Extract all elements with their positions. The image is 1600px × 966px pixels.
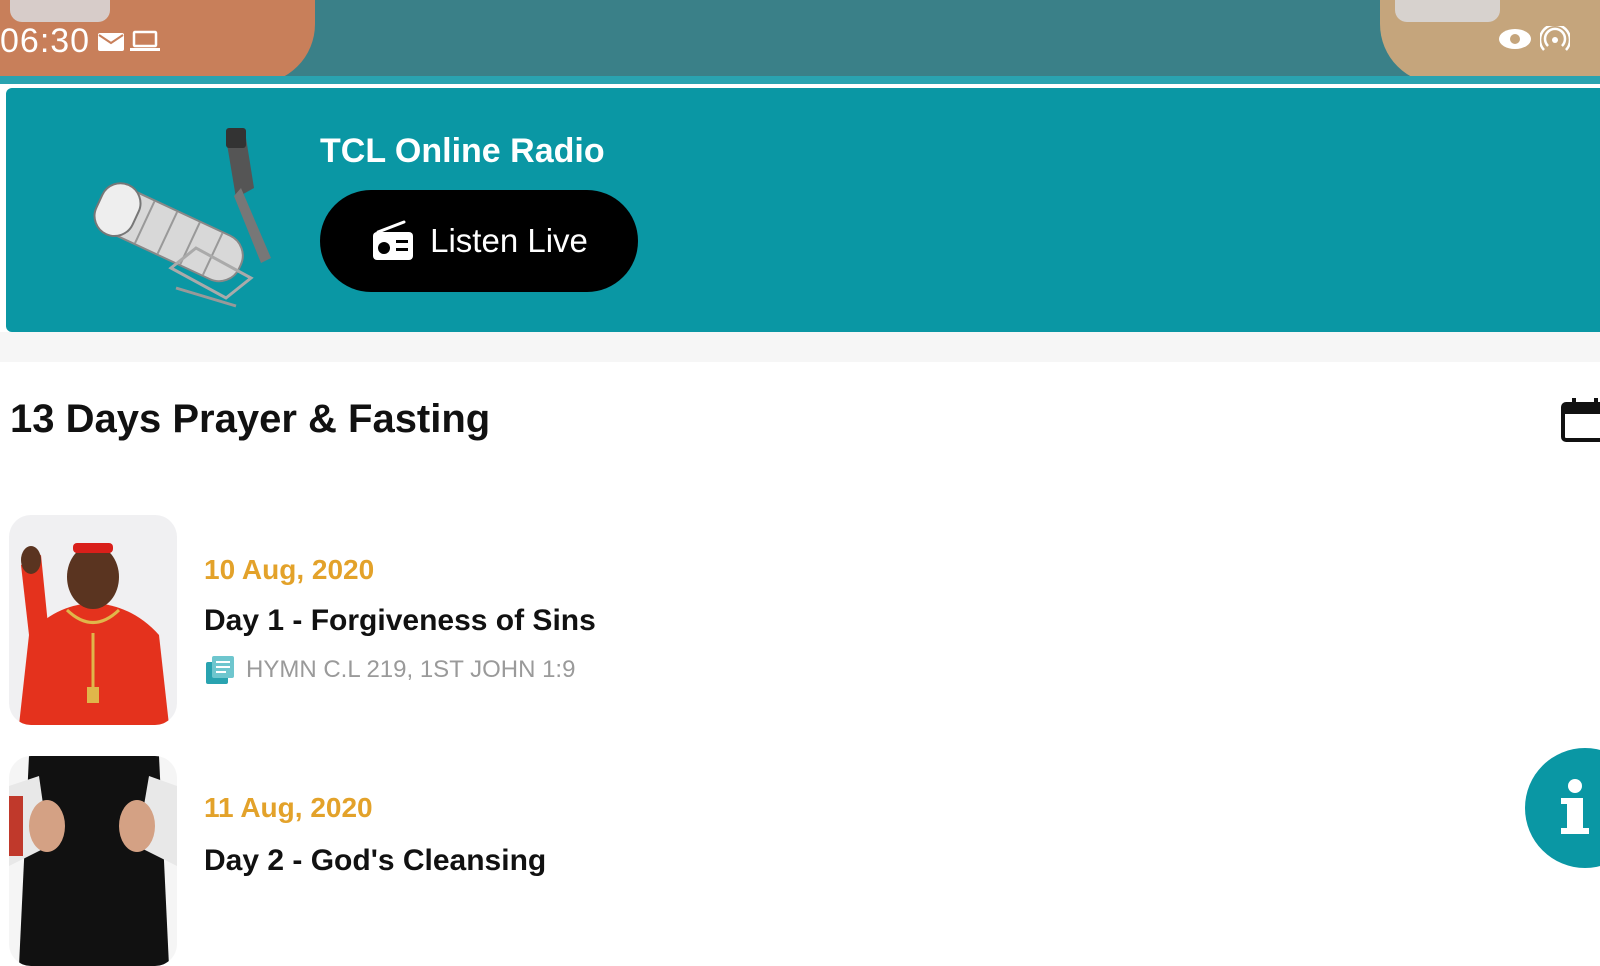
item-date: 10 Aug, 2020 xyxy=(204,554,375,585)
radio-icon xyxy=(373,220,414,260)
status-bar-divider xyxy=(0,76,1600,84)
list-item[interactable]: 10 Aug, 2020 Day 1 - Forgiveness of Sins… xyxy=(0,514,1600,729)
praying-hands-photo xyxy=(9,756,177,966)
banner-title: TCL Online Radio xyxy=(320,132,605,170)
hotspot-icon xyxy=(1540,26,1570,51)
book-icon xyxy=(206,656,234,684)
mail-icon xyxy=(98,33,124,51)
listen-live-label: Listen Live xyxy=(430,222,588,259)
clergy-photo xyxy=(9,515,177,725)
status-time: 06:30 xyxy=(0,22,91,60)
item-thumbnail xyxy=(9,515,177,725)
info-icon xyxy=(1561,779,1589,834)
status-bar: 06:30 xyxy=(0,0,1600,84)
radio-banner: TCL Online Radio Listen Live xyxy=(6,88,1600,332)
item-thumbnail xyxy=(9,756,177,966)
item-title: Day 2 - God's Cleansing xyxy=(204,844,547,877)
laptop-icon xyxy=(130,30,160,51)
item-title: Day 1 - Forgiveness of Sins xyxy=(204,604,596,637)
section-divider xyxy=(0,332,1600,362)
camera-notch xyxy=(1395,0,1500,22)
calendar-icon[interactable] xyxy=(1560,398,1600,444)
section-title: 13 Days Prayer & Fasting xyxy=(10,397,491,441)
camera-notch xyxy=(10,0,110,22)
item-reference-text: HYMN C.L 219, 1ST JOHN 1:9 xyxy=(246,656,576,683)
microphone-image xyxy=(93,128,271,308)
listen-live-button[interactable]: Listen Live xyxy=(320,190,638,292)
item-reference: HYMN C.L 219, 1ST JOHN 1:9 xyxy=(204,654,575,686)
item-date: 11 Aug, 2020 xyxy=(204,792,373,823)
eye-icon xyxy=(1499,29,1531,49)
list-item[interactable]: 11 Aug, 2020 Day 2 - God's Cleansing xyxy=(0,756,1600,966)
